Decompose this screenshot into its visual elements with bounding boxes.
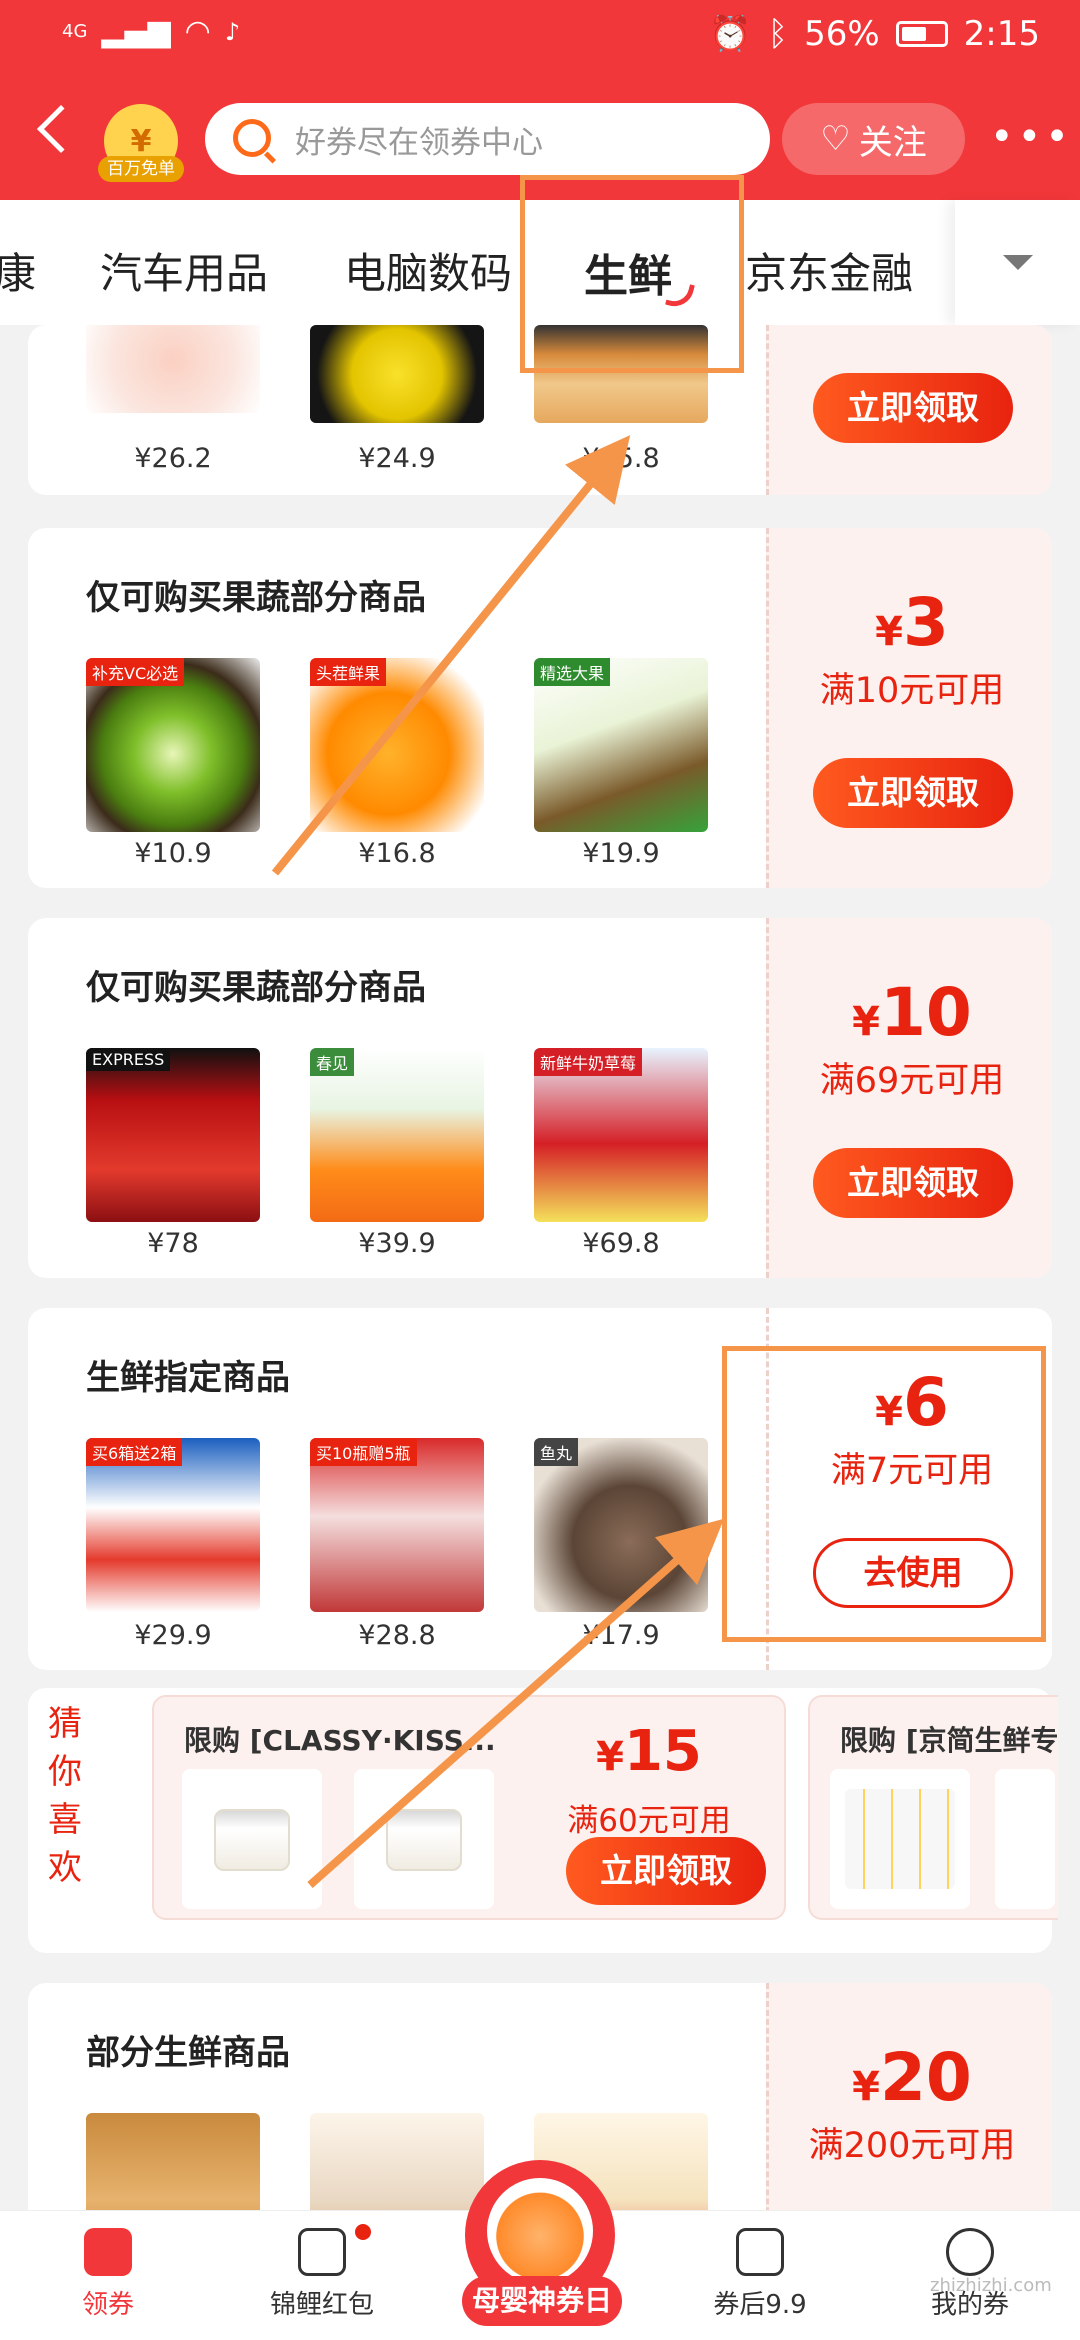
bluetooth-icon: ᛒ	[767, 14, 789, 54]
search-placeholder: 好券尽在领券中心	[295, 124, 543, 161]
signal-icon: ▂▄▆	[101, 14, 171, 49]
product-image[interactable]	[995, 1769, 1055, 1909]
product-price: ¥17.9	[582, 1620, 660, 1651]
product-image[interactable]: 头茬鲜果	[310, 658, 484, 832]
product-price: ¥16.8	[358, 838, 436, 869]
recommend-title: 限购 [CLASSY·KISS...	[184, 1724, 496, 1757]
coupon-title: 仅可购买果蔬部分商品	[86, 968, 426, 1008]
mascot-icon[interactable]	[487, 2178, 593, 2284]
product-price: ¥10.9	[134, 838, 212, 869]
coupon-icon	[84, 2228, 132, 2276]
coupon-title: 仅可购买果蔬部分商品	[86, 578, 426, 618]
recommend-coupon-card[interactable]: 限购 [京简生鲜专	[808, 1695, 1059, 1920]
product-price: ¥28.8	[358, 1620, 436, 1651]
product-image[interactable]: EXPRESS	[86, 1048, 260, 1222]
alarm-icon: ⏰	[709, 14, 752, 54]
product-price: ¥29.9	[134, 1620, 212, 1651]
coupon-amount: ¥10	[852, 974, 972, 1051]
wifi-icon: ◠	[184, 14, 211, 49]
coupon-title: 生鲜指定商品	[86, 1358, 290, 1398]
recommend-title: 限购 [京简生鲜专	[840, 1724, 1059, 1757]
price-tag-icon	[736, 2228, 784, 2276]
product-price: ¥78	[147, 1228, 199, 1259]
coupon-title: 部分生鲜商品	[86, 2033, 290, 2073]
million-free-label: 百万免单	[98, 156, 184, 182]
product-image[interactable]: 买10瓶赠5瓶	[310, 1438, 484, 1612]
coupon-card: 仅可购买果蔬部分商品 ¥10 满69元可用 立即领取 EXPRESS 春见 新鲜…	[28, 918, 1052, 1278]
notification-dot	[355, 2224, 371, 2240]
coupon-amount: ¥3	[875, 584, 949, 661]
product-image[interactable]	[310, 325, 484, 423]
product-image[interactable]	[354, 1769, 494, 1909]
status-bar: 4G ▂▄▆ ◠ ♪ ⏰ ᛒ 56% 2:15	[0, 0, 1080, 70]
nav-coupons[interactable]: 领券	[8, 2210, 208, 2340]
claim-button[interactable]: 立即领取	[813, 373, 1013, 443]
coupon-condition: 满60元可用	[567, 1803, 731, 1839]
battery-percent: 56%	[804, 14, 880, 54]
coupon-condition: 满10元可用	[819, 671, 1005, 711]
tab-health[interactable]: 康	[0, 240, 36, 301]
battery-icon	[895, 21, 948, 47]
wallet-icon	[298, 2228, 346, 2276]
claim-button[interactable]: 立即领取	[566, 1837, 766, 1905]
follow-button[interactable]: ♡ 关注	[782, 103, 965, 175]
tab-auto[interactable]: 汽车用品	[100, 240, 268, 301]
product-price: ¥69.8	[582, 1228, 660, 1259]
coupon-amount-panel: ¥3 满10元可用 立即领取	[766, 528, 1052, 888]
guess-you-like-label: 猜你喜欢	[48, 1704, 82, 1888]
product-image[interactable]: 精选大果	[534, 658, 708, 832]
product-image[interactable]	[182, 1769, 322, 1909]
product-image[interactable]	[86, 325, 260, 413]
product-image[interactable]: 鱼丸	[534, 1438, 708, 1612]
coupon-condition: 满69元可用	[819, 1061, 1005, 1101]
watermark: zhizhizhi.com	[930, 2275, 1052, 2296]
annotation-box	[722, 1346, 1046, 1642]
smile-icon	[946, 2228, 994, 2276]
product-price: ¥15.8	[582, 443, 660, 474]
product-price: ¥24.9	[358, 443, 436, 474]
recommend-coupon-card[interactable]: 限购 [CLASSY·KISS... ¥15 满60元可用 立即领取	[152, 1695, 786, 1920]
product-image[interactable]: 春见	[310, 1048, 484, 1222]
tab-finance[interactable]: 京东金融	[745, 240, 913, 301]
more-icon[interactable]: •••	[990, 117, 1073, 157]
nav-baby-day[interactable]: 母婴神券日	[462, 2276, 622, 2326]
product-image[interactable]: 新鲜牛奶草莓	[534, 1048, 708, 1222]
product-price: ¥26.2	[134, 443, 212, 474]
follow-label: 关注	[858, 122, 927, 163]
coupon-amount-panel: ¥10 满69元可用 立即领取	[766, 918, 1052, 1278]
nav-after-coupon-9-9[interactable]: 券后9.9	[660, 2210, 860, 2340]
clock: 2:15	[963, 14, 1040, 54]
network-label: 4G	[62, 21, 88, 42]
nav-koi-redpacket[interactable]: 锦鲤红包	[222, 2210, 422, 2340]
tiktok-icon: ♪	[224, 17, 241, 46]
coupon-amount-panel: 立即领取	[766, 325, 1052, 495]
coupon-amount: ¥15	[596, 1719, 702, 1784]
annotation-box	[520, 175, 744, 373]
product-image[interactable]: 买6箱送2箱	[86, 1438, 260, 1612]
product-price: ¥19.9	[582, 838, 660, 869]
tab-dropdown-icon[interactable]	[955, 200, 1080, 325]
product-image[interactable]	[830, 1769, 970, 1909]
product-image[interactable]: 补充VC必选	[86, 658, 260, 832]
product-price: ¥39.9	[358, 1228, 436, 1259]
coupon-card: 仅可购买果蔬部分商品 ¥3 满10元可用 立即领取 补充VC必选 头茬鲜果 精选…	[28, 528, 1052, 888]
heart-plus-icon: ♡	[820, 119, 851, 159]
search-icon	[233, 119, 271, 157]
tab-computer[interactable]: 电脑数码	[344, 240, 512, 301]
claim-button[interactable]: 立即领取	[813, 758, 1013, 828]
search-input[interactable]: 好券尽在领券中心	[205, 103, 770, 175]
coupon-condition: 满200元可用	[808, 2126, 1016, 2166]
coupon-amount: ¥20	[852, 2039, 972, 2116]
claim-button[interactable]: 立即领取	[813, 1148, 1013, 1218]
